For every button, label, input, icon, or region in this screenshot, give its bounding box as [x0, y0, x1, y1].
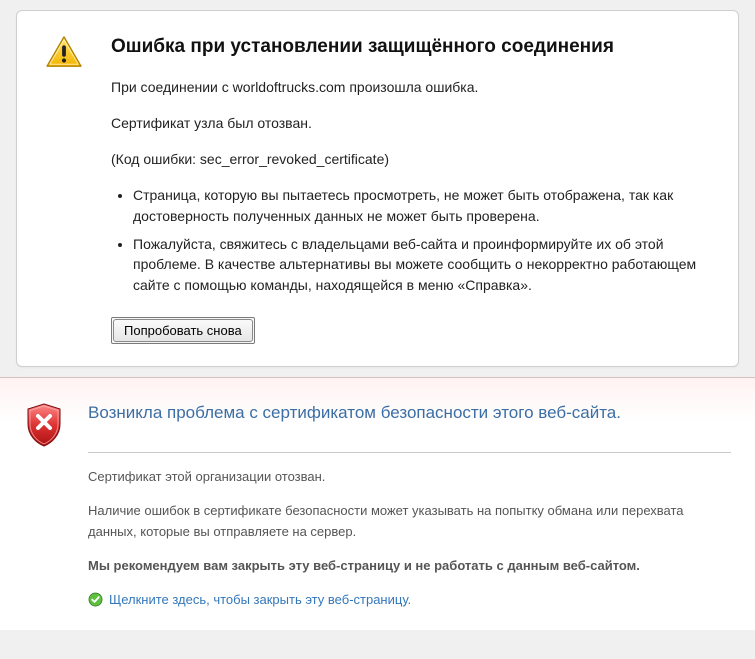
ie-row: Возникла проблема с сертификатом безопас…: [24, 400, 731, 610]
ie-error-panel: Возникла проблема с сертификатом безопас…: [0, 377, 755, 630]
firefox-content: Ошибка при установлении защищённого соед…: [111, 33, 708, 344]
security-shield-error-icon: [24, 402, 66, 453]
list-item: Страница, которую вы пытаетесь просмотре…: [133, 185, 708, 226]
firefox-error-title: Ошибка при установлении защищённого соед…: [111, 33, 708, 61]
ie-recommend-text: Мы рекомендуем вам закрыть эту веб-стран…: [88, 556, 731, 576]
success-check-icon: [88, 592, 103, 607]
firefox-error-panel: Ошибка при установлении защищённого соед…: [16, 10, 739, 367]
firefox-error-line1: При соединении с worldoftrucks.com произ…: [111, 77, 708, 97]
ie-error-title: Возникла проблема с сертификатом безопас…: [88, 400, 731, 426]
divider: [88, 452, 731, 453]
list-item: Пожалуйста, свяжитесь с владельцами веб-…: [133, 234, 708, 295]
ie-revoked-text: Сертификат этой организации отозван.: [88, 467, 731, 487]
ie-warning-text: Наличие ошибок в сертификате безопасност…: [88, 501, 731, 541]
ie-close-row: Щелкните здесь, чтобы закрыть эту веб-ст…: [88, 590, 731, 610]
firefox-row: Ошибка при установлении защищённого соед…: [45, 33, 708, 344]
close-page-link[interactable]: Щелкните здесь, чтобы закрыть эту веб-ст…: [109, 590, 411, 610]
warning-icon-column: [45, 33, 85, 344]
firefox-error-list: Страница, которую вы пытаетесь просмотре…: [111, 185, 708, 294]
firefox-error-line2: Сертификат узла был отозван.: [111, 113, 708, 133]
ie-content: Возникла проблема с сертификатом безопас…: [88, 400, 731, 610]
retry-button-wrap: Попробовать снова: [111, 317, 255, 344]
shield-icon-column: [24, 400, 66, 610]
firefox-error-code: (Код ошибки: sec_error_revoked_certifica…: [111, 149, 708, 169]
warning-triangle-icon: [45, 35, 83, 69]
retry-button[interactable]: Попробовать снова: [113, 319, 253, 342]
